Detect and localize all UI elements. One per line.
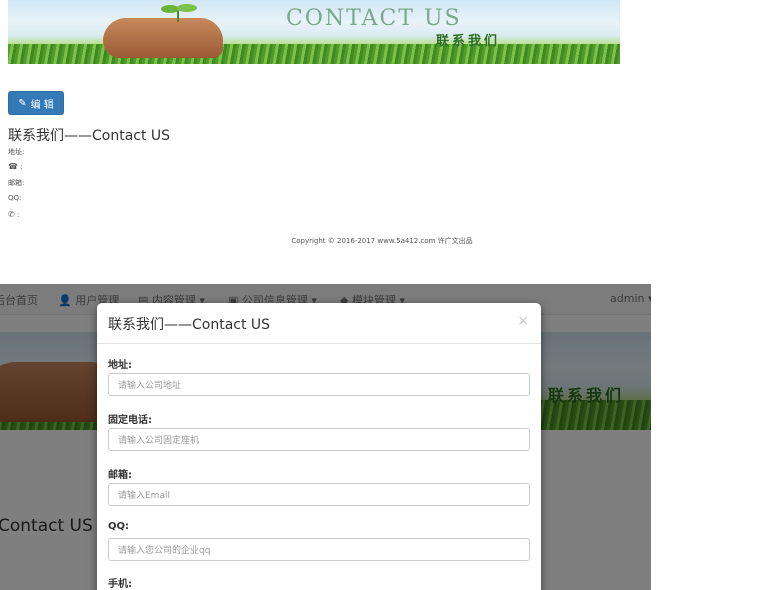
contact-banner: CONTACT US 联系我们 [8, 0, 620, 64]
phone-field-label: 固定电话: [108, 415, 152, 426]
mobile-field-group: 手机: [108, 575, 530, 590]
qq-field-group: QQ: 请输入您公司的企业qq [108, 521, 530, 561]
banner-title-en: CONTACT US [286, 6, 462, 31]
qq-line: QQ: [8, 194, 22, 202]
address-field-label: 地址: [108, 360, 132, 371]
phone-input[interactable]: 请输入公司固定座机 [108, 428, 530, 451]
qq-label: QQ [8, 194, 20, 202]
address-label: 地址 [8, 148, 22, 156]
email-line: 邮箱: [8, 179, 25, 187]
hands-image [103, 18, 223, 58]
modal-header: 联系我们——Contact US × [97, 303, 541, 344]
contact-heading: 联系我们——Contact US [8, 128, 171, 144]
address-line: 地址: [8, 148, 25, 156]
edit-button-label: 编 辑 [30, 99, 54, 111]
mobile-icon: ✆ [8, 210, 15, 219]
phone-icon: ☎ [8, 162, 18, 171]
grass-decoration [8, 44, 620, 64]
sprout-icon [161, 4, 197, 22]
contact-edit-modal: 联系我们——Contact US × 地址: 请输入公司地址 固定电话: 请输入… [97, 303, 541, 590]
qq-input[interactable]: 请输入您公司的企业qq [108, 538, 530, 561]
phone-line: ☎ : [8, 162, 23, 171]
qq-field-label: QQ: [108, 521, 130, 532]
email-label: 邮箱 [8, 179, 22, 187]
pencil-icon: ✎ [18, 97, 27, 109]
modal-title: 联系我们——Contact US [108, 317, 271, 333]
email-field-label: 邮箱: [108, 470, 132, 481]
address-field-group: 地址: 请输入公司地址 [108, 356, 530, 396]
email-field-group: 邮箱: 请输入Email [108, 466, 530, 506]
edit-button[interactable]: ✎ 编 辑 [8, 91, 64, 115]
email-input[interactable]: 请输入Email [108, 483, 530, 506]
mobile-line: ✆ : [8, 210, 20, 219]
copyright-text: Copyright © 2016-2017 www.5a412.com 许广文出… [291, 237, 473, 245]
phone-field-group: 固定电话: 请输入公司固定座机 [108, 411, 530, 451]
banner-title-cn: 联系我们 [436, 34, 501, 49]
mobile-field-label: 手机: [108, 579, 132, 590]
address-input[interactable]: 请输入公司地址 [108, 373, 530, 396]
close-icon[interactable]: × [517, 313, 529, 329]
admin-screenshot: 后台首页 👤 用户管理 ▤ 内容管理 ▾ ▣ 公司信息管理 ▾ ◆ 模块管理 ▾… [0, 284, 651, 590]
